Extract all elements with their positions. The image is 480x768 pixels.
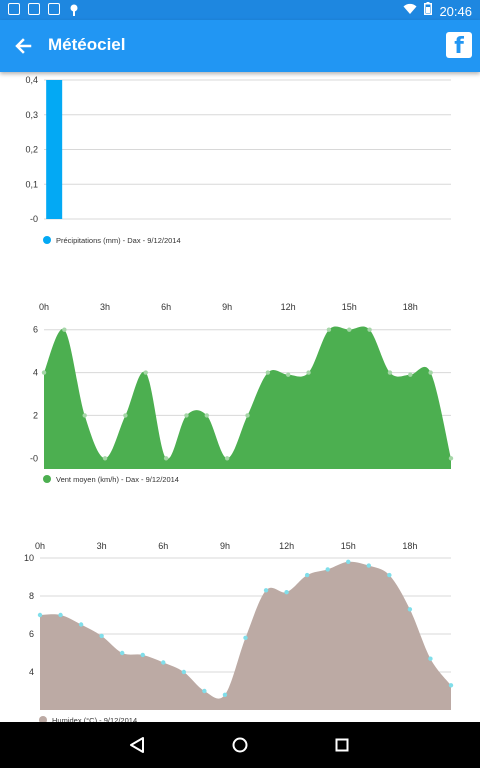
status-time: 20:46 [439,3,472,19]
area-series [44,326,451,469]
nav-recents-button[interactable] [329,732,355,758]
data-point [448,683,454,688]
data-point [163,456,169,461]
legend-label: Précipitations (mm) - Dax - 9/12/2014 [56,236,181,245]
data-point [243,635,248,640]
y-tick-label: 0,3 [25,110,38,120]
y-tick-label: 0,1 [25,179,38,189]
legend-swatch [43,475,51,483]
data-point [224,456,230,461]
data-point [58,612,63,618]
arrow-back-icon [15,38,32,54]
data-point [62,327,67,332]
y-tick-label: -0 [30,214,38,224]
x-tick-label: 6h [161,302,171,312]
y-tick-label: 2 [33,410,38,420]
data-point [428,656,433,661]
x-tick-label: 9h [222,302,232,312]
recents-square-icon [335,738,349,752]
gallery-icon [48,3,60,15]
wifi-icon [403,2,417,20]
x-tick-label: 3h [97,541,107,551]
back-triangle-icon [130,737,144,753]
data-point [123,413,128,418]
data-point [41,370,47,375]
back-arrow-button[interactable] [8,30,40,62]
y-tick-label: 0,2 [25,145,38,155]
sensor-icon [68,3,80,16]
data-point [143,370,148,375]
data-point [325,567,330,572]
data-point [181,669,187,675]
y-tick-label: 4 [29,667,34,677]
x-tick-label: 9h [220,541,230,551]
navigation-bar [0,722,480,768]
x-tick-label: 18h [403,302,418,312]
legend-swatch [43,236,51,244]
data-point [387,370,393,375]
data-point [304,572,310,578]
y-tick-label: -0 [30,453,38,463]
mail-icon [28,3,40,15]
x-tick-label: 6h [158,541,168,551]
data-point [448,456,454,461]
data-point [306,370,311,375]
charts-scroll-area[interactable]: -0 0,1 0,2 0,3 0,4 Précipitations (mm) - Dax … [0,72,480,722]
home-circle-icon [232,737,248,753]
data-point [407,607,413,612]
x-tick-label: 15h [341,541,356,551]
data-point [161,660,166,665]
data-point [99,633,104,639]
x-tick-label: 15h [342,302,357,312]
data-point [387,572,392,578]
y-tick-label: 4 [33,368,38,378]
data-point [428,370,433,375]
charts-canvas: -0 0,1 0,2 0,3 0,4 Précipitations (mm) - Dax … [24,75,454,722]
data-point [202,688,207,694]
data-point [284,590,289,595]
data-point [263,588,269,593]
status-bar: 20:46 [0,0,480,20]
x-tick-label: 12h [279,541,294,551]
data-point [102,456,108,461]
data-point [367,327,372,332]
nav-back-button[interactable] [124,732,150,758]
data-point [184,413,189,418]
data-point [222,692,228,697]
y-tick-label: 6 [33,325,38,335]
x-tick-label: 0h [39,302,49,312]
facebook-share-button[interactable]: f [446,32,472,58]
data-point [82,413,87,418]
app-bar: Météociel f [0,20,480,72]
x-tick-label: 3h [100,302,110,312]
data-point [265,370,271,375]
data-point [347,327,352,332]
data-point [120,650,125,656]
legend-label: Vent moyen (km/h) - Dax - 9/12/2014 [56,475,179,484]
y-tick-label: 6 [29,629,34,639]
app-title: Météociel [48,35,126,54]
x-tick-label: 12h [281,302,296,312]
data-point [78,622,84,627]
x-tick-label: 18h [402,541,417,551]
battery-icon [424,2,433,20]
data-point [286,372,291,377]
screenshot-icon [8,3,20,15]
facebook-icon: f [454,34,464,58]
data-point [408,372,413,377]
data-point [366,563,371,568]
nav-home-button[interactable] [227,732,253,758]
data-point [326,327,332,332]
data-point [245,413,250,418]
y-tick-label: 10 [24,553,34,563]
x-tick-label: 0h [35,541,45,551]
bar [46,80,63,219]
data-point [204,413,209,418]
y-tick-label: 0,4 [25,75,38,85]
y-tick-label: 8 [29,591,34,601]
data-point [346,559,351,564]
data-point [140,652,145,658]
data-point [37,612,43,618]
